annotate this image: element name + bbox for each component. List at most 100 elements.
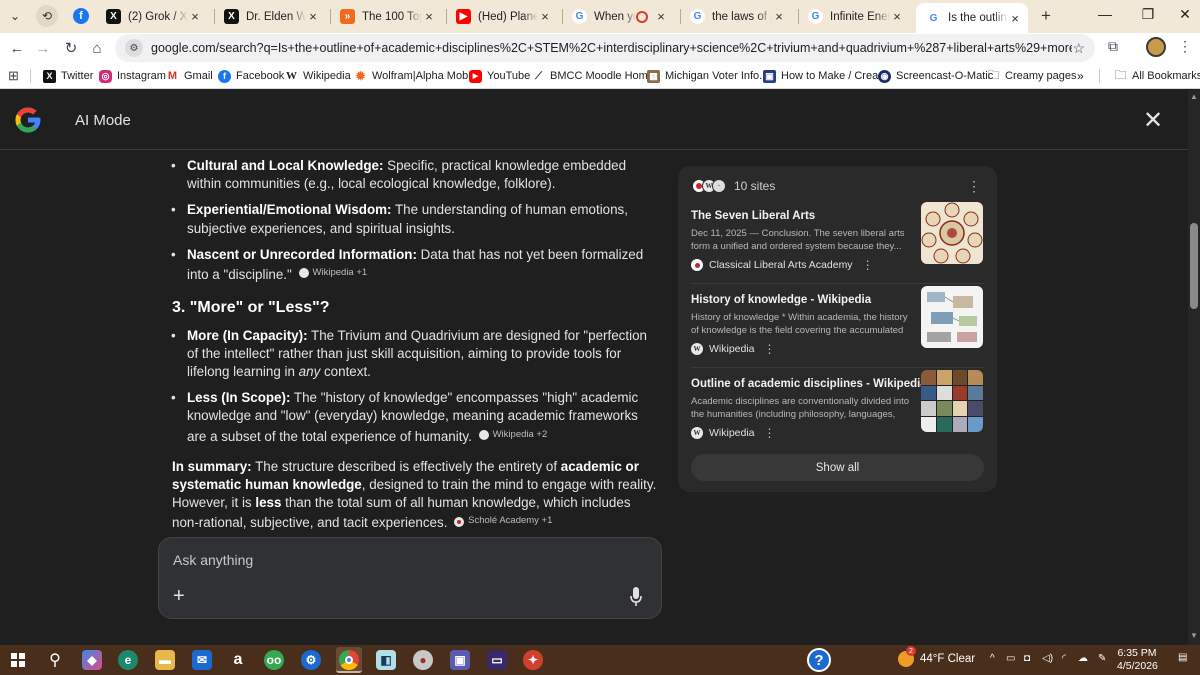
source-title[interactable]: Outline of academic disciplines - Wikipe…: [691, 378, 921, 390]
apps-icon[interactable]: ⊞: [8, 67, 19, 85]
more-bookmarks-button[interactable]: »: [1077, 67, 1084, 85]
bookmark-wolfram[interactable]: ✹ Wolfram|Alpha Mob...: [354, 67, 477, 85]
address-bar[interactable]: ⚙ google.com/search?q=Is+the+outline+of+…: [115, 34, 1095, 62]
close-icon[interactable]: ×: [772, 9, 786, 24]
bookmark-howto[interactable]: ▣ How to Make / Crea...: [763, 67, 887, 85]
tripadvisor-icon[interactable]: oo: [264, 650, 284, 670]
reload-button[interactable]: ↻: [60, 37, 82, 59]
ask-input-box[interactable]: Ask anything +: [158, 537, 662, 619]
source-card[interactable]: The Seven Liberal Arts Dec 11, 2025 — Co…: [678, 202, 997, 294]
back-button[interactable]: ←: [6, 37, 28, 59]
bookmark-michigan[interactable]: ▦ Michigan Voter Info...: [647, 67, 768, 85]
close-icon[interactable]: ×: [538, 9, 552, 24]
tab-infinite-energy[interactable]: G Infinite Energy t ×: [798, 4, 910, 29]
tab-when-you[interactable]: G When you fo ×: [562, 4, 674, 29]
page-scrollbar[interactable]: ▲ ▼: [1188, 90, 1200, 645]
site-settings-icon[interactable]: ⚙: [125, 39, 143, 57]
tab-planet-earth[interactable]: ▶ (Hed) Planet Ear ×: [446, 4, 558, 29]
minimize-button[interactable]: —: [1090, 6, 1120, 22]
close-icon[interactable]: ×: [654, 9, 668, 24]
close-icon[interactable]: ×: [890, 9, 904, 24]
network-icon[interactable]: ◜: [1062, 653, 1066, 664]
tab-laws-of-physics[interactable]: G the laws of phys ×: [680, 4, 792, 29]
outlook-icon[interactable]: ✉: [192, 650, 212, 670]
citation-chip[interactable]: Scholé Academy +1: [454, 512, 552, 530]
bookmark-twitter[interactable]: X Twitter: [43, 67, 93, 85]
new-tab-button[interactable]: +: [1035, 5, 1057, 27]
game-app-icon[interactable]: ▣: [450, 650, 470, 670]
tab-elden-wayne[interactable]: X Dr. Elden Wayne ×: [214, 4, 326, 29]
home-button[interactable]: ⌂: [86, 37, 108, 59]
bookmark-gmail[interactable]: M Gmail: [166, 67, 213, 85]
more-options-icon[interactable]: ⋮: [764, 342, 776, 356]
source-title[interactable]: The Seven Liberal Arts: [691, 210, 921, 222]
google-logo-icon[interactable]: [13, 105, 43, 135]
extensions-icon[interactable]: ⧉: [1108, 38, 1118, 55]
bookmark-star-icon[interactable]: ☆: [1072, 40, 1085, 57]
menu-icon[interactable]: ⋮: [1178, 38, 1192, 55]
close-ai-mode-button[interactable]: ✕: [1143, 106, 1163, 135]
source-card[interactable]: History of knowledge - Wikipedia History…: [678, 286, 997, 378]
amazon-icon[interactable]: a: [228, 650, 248, 670]
bookmark-youtube[interactable]: ▶ YouTube: [469, 67, 530, 85]
tab-is-the-outline[interactable]: G Is the outline of ×: [916, 3, 1028, 33]
bookmark-wikipedia[interactable]: W Wikipedia: [285, 67, 351, 85]
tab-100-top[interactable]: » The 100 Top Pro ×: [330, 4, 442, 29]
history-icon[interactable]: ⟲: [36, 5, 58, 27]
citation-chip[interactable]: Wikipedia +2: [478, 426, 547, 444]
cloud-icon[interactable]: ☁: [1078, 653, 1088, 664]
window-close-button[interactable]: ✕: [1170, 6, 1200, 23]
address-url[interactable]: google.com/search?q=Is+the+outline+of+ac…: [151, 41, 1072, 55]
scroll-thumb[interactable]: [1190, 223, 1198, 309]
system-clock[interactable]: 6:35 PM 4/5/2026: [1117, 647, 1158, 673]
sources-header[interactable]: W · 10 sites: [692, 178, 775, 194]
car-app-icon[interactable]: ●: [413, 650, 433, 670]
bookmark-facebook[interactable]: f Facebook: [218, 67, 284, 85]
help-icon[interactable]: ?: [807, 648, 831, 672]
close-icon[interactable]: ×: [1008, 11, 1022, 26]
tab-search-icon[interactable]: ⌄: [4, 5, 26, 27]
forward-button[interactable]: →: [32, 37, 54, 59]
notifications-icon[interactable]: ▤: [1178, 652, 1187, 663]
show-all-button[interactable]: Show all: [691, 454, 984, 481]
app-icon[interactable]: ⚙: [301, 650, 321, 670]
source-title[interactable]: History of knowledge - Wikipedia: [691, 294, 921, 306]
profile-button[interactable]: [1146, 37, 1166, 57]
close-icon[interactable]: ×: [422, 9, 436, 24]
camera-icon[interactable]: ◘: [1024, 653, 1030, 664]
more-options-icon[interactable]: ⋮: [862, 258, 874, 272]
add-attachment-icon[interactable]: +: [173, 585, 185, 608]
search-icon[interactable]: ⚲: [45, 650, 65, 670]
edge-icon[interactable]: e: [118, 650, 138, 670]
file-explorer-icon[interactable]: ▬: [155, 650, 175, 670]
all-bookmarks[interactable]: 🗀 All Bookmarks: [1114, 67, 1200, 85]
copilot-icon[interactable]: ◆: [82, 650, 102, 670]
media-app-icon[interactable]: ▭: [487, 650, 507, 670]
bookmark-screencast[interactable]: ◉ Screencast-O-Matic: [878, 67, 993, 85]
close-icon[interactable]: ×: [306, 9, 320, 24]
volume-icon[interactable]: ◁): [1042, 653, 1053, 664]
citation-chip[interactable]: Wikipedia +1: [298, 264, 367, 282]
windows-start-icon[interactable]: [8, 650, 28, 670]
weather-widget[interactable]: 2 44°F Clear: [898, 646, 975, 667]
bookmark-bmcc[interactable]: ⟋ BMCC Moodle Hom...: [532, 67, 657, 85]
pen-icon[interactable]: ✎: [1098, 653, 1106, 664]
source-card[interactable]: Outline of academic disciplines - Wikipe…: [678, 370, 997, 462]
tab-grok[interactable]: X (2) Grok / X ×: [96, 4, 208, 29]
bookmark-instagram[interactable]: ◎ Instagram: [99, 67, 166, 85]
tray-overflow-icon[interactable]: ^: [990, 653, 995, 664]
notes-icon[interactable]: ◧: [376, 650, 396, 670]
bookmark-creamy-pages[interactable]: 🗀 Creamy pages: [987, 67, 1076, 85]
chrome-icon[interactable]: [339, 650, 359, 670]
ask-input-placeholder[interactable]: Ask anything: [173, 552, 253, 568]
more-options-icon[interactable]: ⋮: [967, 178, 981, 195]
facebook-pinned-tab[interactable]: f: [70, 5, 92, 27]
restore-button[interactable]: ❐: [1133, 6, 1163, 23]
more-options-icon[interactable]: ⋮: [764, 426, 776, 440]
scroll-down-arrow-icon[interactable]: ▼: [1190, 631, 1198, 640]
scroll-up-arrow-icon[interactable]: ▲: [1190, 92, 1198, 101]
microphone-icon[interactable]: [629, 586, 643, 608]
close-icon[interactable]: ×: [188, 9, 202, 24]
battery-icon[interactable]: ▭: [1006, 653, 1015, 664]
red-app-icon[interactable]: ✦: [523, 650, 543, 670]
